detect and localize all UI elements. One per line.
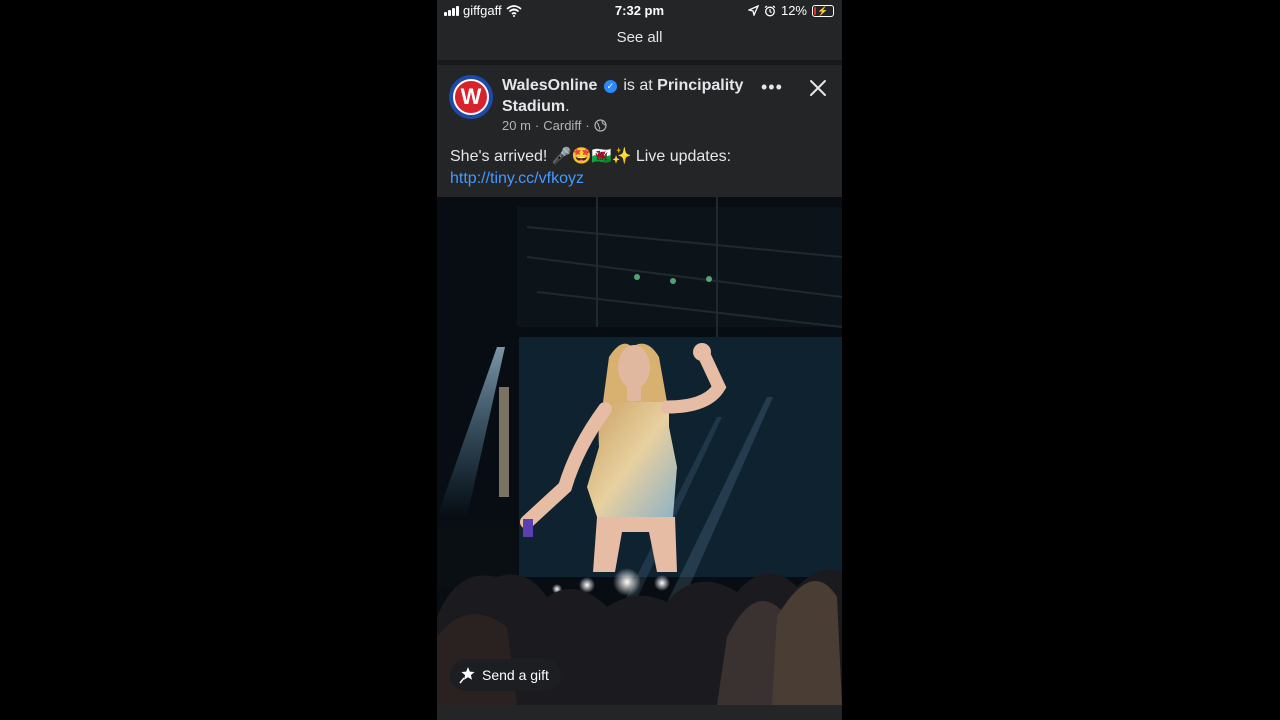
status-bar: giffgaff 7:32 pm 12% ⚡ (437, 0, 842, 22)
title-period: . (565, 98, 570, 115)
page-name[interactable]: WalesOnline (502, 77, 597, 94)
checkin-prefix: is at (623, 77, 653, 94)
more-icon[interactable]: ••• (761, 77, 783, 98)
close-icon[interactable] (805, 75, 831, 101)
post-body: She's arrived! 🎤🤩🏴󠁧󠁢󠁷󠁬󠁳󠁿✨ Live updates: … (450, 146, 830, 190)
location-arrow-icon (747, 5, 759, 16)
concert-photo (437, 197, 842, 705)
post-link[interactable]: http://tiny.cc/vfkoyz (450, 170, 584, 187)
alarm-icon (764, 5, 776, 16)
post-photo[interactable]: Send a gift (437, 197, 842, 705)
post-header: W WalesOnline ✓ is at Principality Stadi… (437, 65, 842, 145)
see-all-button[interactable]: See all (617, 29, 663, 46)
page-avatar[interactable]: W (449, 75, 493, 119)
stories-footer: See all (437, 22, 842, 60)
avatar-logo: W (453, 79, 489, 115)
charging-icon: ⚡ (817, 5, 829, 16)
status-right: 12% ⚡ (747, 3, 834, 18)
phone-screen: giffgaff 7:32 pm 12% ⚡ See all W WalesOn… (437, 0, 842, 720)
send-gift-label: Send a gift (482, 667, 549, 683)
battery-level (814, 6, 817, 15)
battery-icon: ⚡ (812, 4, 834, 17)
verified-icon: ✓ (603, 80, 617, 93)
send-gift-button[interactable]: Send a gift (450, 659, 561, 691)
battery-percent: 12% (780, 3, 807, 18)
post-place[interactable]: Cardiff (543, 118, 581, 133)
post-meta: 20 m · Cardiff · (502, 118, 607, 133)
gift-icon (459, 667, 475, 684)
meta-separator: · (534, 118, 540, 133)
globe-icon (594, 119, 607, 132)
post-time[interactable]: 20 m (502, 118, 531, 133)
post-text: She's arrived! 🎤🤩🏴󠁧󠁢󠁷󠁬󠁳󠁿✨ Live updates: (450, 148, 732, 165)
meta-separator-2: · (585, 118, 590, 133)
reactions-bar (437, 705, 842, 720)
post-title: WalesOnline ✓ is at Principality Stadium… (502, 75, 752, 117)
